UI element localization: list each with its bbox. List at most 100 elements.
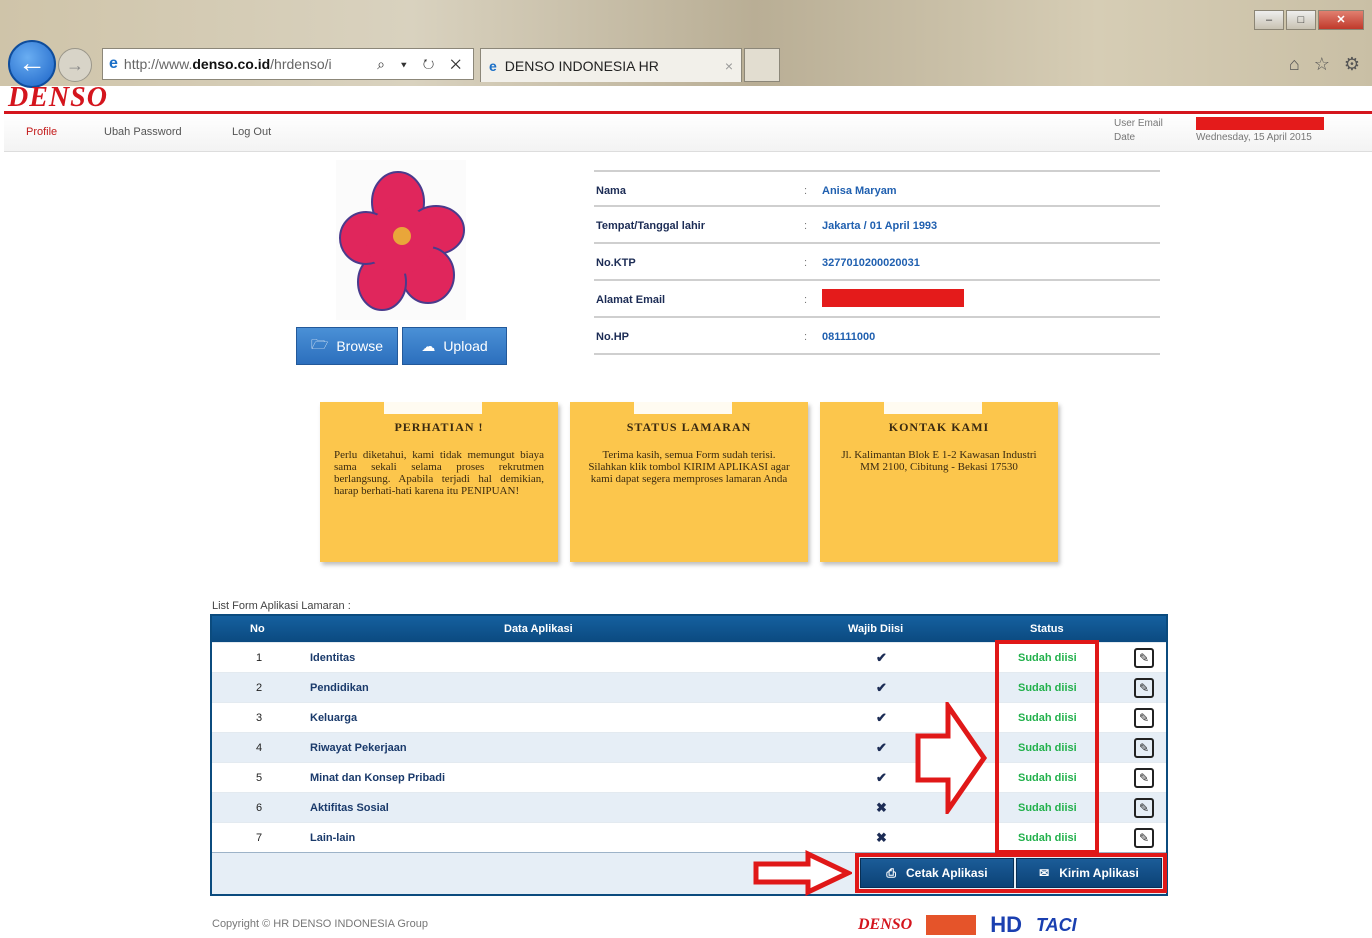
email-redacted	[822, 289, 964, 310]
info-label: Nama	[596, 185, 626, 197]
note-status-lamaran: STATUS LAMARAN Terima kasih, semua Form …	[570, 388, 808, 562]
check-icon: ✔	[876, 740, 887, 755]
row-number: 1	[256, 652, 263, 664]
address-tools[interactable]: ⌕ ▾ ↻ ✕	[377, 56, 467, 73]
note-title: PERHATIAN !	[394, 420, 484, 434]
info-row-ttl: Tempat/Tanggal lahir : Jakarta / 01 Apri…	[594, 207, 1160, 244]
note-body: Terima kasih, semua Form sudah terisi. S…	[588, 449, 790, 485]
footer-logos: DENSO HD TACI	[858, 912, 1077, 938]
right-arrow-annotation	[915, 702, 988, 814]
header-no: No	[250, 623, 265, 635]
favorites-star-icon[interactable]: ☆	[1314, 54, 1330, 75]
cross-icon: ✖	[876, 800, 887, 815]
cross-icon: ✖	[876, 830, 887, 845]
list-caption: List Form Aplikasi Lamaran :	[212, 600, 351, 612]
info-value: 081111000	[822, 331, 876, 343]
footer-partner-logo	[926, 915, 977, 935]
row-data-link[interactable]: Pendidikan	[310, 682, 369, 694]
menu-log-out[interactable]: Log Out	[232, 126, 271, 138]
table-header: No Data Aplikasi Wajib Diisi Status	[212, 616, 1166, 642]
browse-label: Browse	[336, 338, 384, 354]
home-icon[interactable]: ⌂	[1289, 54, 1300, 75]
row-data-link[interactable]: Riwayat Pekerjaan	[310, 742, 407, 754]
user-email-label: User Email	[1114, 118, 1163, 129]
new-tab-button[interactable]	[744, 48, 780, 82]
user-info: User Email Date Wednesday, 15 April 2015	[1114, 117, 1324, 145]
forward-arrow-icon[interactable]: →	[58, 48, 92, 82]
note-body: Perlu diketahui, kami tidak memungut bia…	[334, 449, 544, 497]
ie-page-icon: e	[109, 55, 118, 72]
date-value: Wednesday, 15 April 2015	[1196, 132, 1312, 143]
info-row-nama: Nama : Anisa Maryam	[594, 170, 1160, 207]
note-tape	[384, 388, 482, 414]
edit-icon[interactable]: ✎	[1134, 798, 1154, 818]
footer-taci-logo: TACI	[1036, 914, 1077, 935]
row-data-link[interactable]: Keluarga	[310, 712, 357, 724]
note-perhatian: PERHATIAN ! Perlu diketahui, kami tidak …	[320, 388, 558, 562]
info-colon: :	[804, 185, 808, 197]
row-data-link[interactable]: Lain-lain	[310, 832, 355, 844]
edit-icon[interactable]: ✎	[1134, 678, 1154, 698]
profile-info-table: Nama : Anisa Maryam Tempat/Tanggal lahir…	[594, 170, 1160, 355]
row-data-link[interactable]: Minat dan Konsep Pribadi	[310, 772, 445, 784]
copyright-text: Copyright © HR DENSO INDONESIA Group	[212, 918, 428, 930]
browse-button[interactable]: 🗁 Browse	[296, 327, 398, 365]
info-colon: :	[804, 257, 808, 269]
upload-label: Upload	[443, 338, 488, 354]
minimize-button[interactable]: –	[1254, 10, 1284, 30]
address-bar[interactable]: e http://www.denso.co.id/hrdenso/i ⌕ ▾ ↻…	[102, 48, 474, 80]
edit-icon[interactable]: ✎	[1134, 738, 1154, 758]
info-colon: :	[804, 294, 808, 306]
row-number: 7	[256, 832, 263, 844]
header-data-aplikasi: Data Aplikasi	[504, 623, 573, 635]
header-status: Status	[1030, 623, 1064, 635]
cetak-aplikasi-button[interactable]: ⎙ Cetak Aplikasi	[860, 858, 1014, 888]
row-data-link[interactable]: Aktifitas Sosial	[310, 802, 389, 814]
row-number: 6	[256, 802, 263, 814]
edit-icon[interactable]: ✎	[1134, 768, 1154, 788]
browser-right-icons: ⌂ ☆ ⚙	[1289, 54, 1360, 75]
tab-page-icon: e	[489, 57, 497, 74]
address-url: http://www.denso.co.id/hrdenso/i	[123, 56, 332, 72]
check-icon: ✔	[876, 770, 887, 785]
close-window-button[interactable]: ✕	[1318, 10, 1364, 30]
info-colon: :	[804, 331, 808, 343]
denso-logo[interactable]: DENSO	[8, 82, 108, 114]
edit-icon[interactable]: ✎	[1134, 708, 1154, 728]
menu-ubah-password[interactable]: Ubah Password	[104, 126, 182, 138]
info-value: Jakarta / 01 April 1993	[822, 220, 938, 232]
row-number: 2	[256, 682, 263, 694]
info-colon: :	[804, 220, 808, 232]
note-kontak-kami: KONTAK KAMI Jl. Kalimantan Blok E 1-2 Ka…	[820, 388, 1058, 562]
note-title: KONTAK KAMI	[888, 420, 990, 434]
info-label: Alamat Email	[596, 294, 666, 306]
menu-profile[interactable]: Profile	[26, 126, 57, 138]
envelope-icon: ✉	[1039, 866, 1050, 880]
info-row-ktp: No.KTP : 3277010200020031	[594, 244, 1160, 281]
settings-gear-icon[interactable]: ⚙	[1344, 54, 1360, 75]
upload-button[interactable]: ☁ Upload	[402, 327, 507, 365]
info-row-hp: No.HP : 081111000	[594, 318, 1160, 355]
footer-denso-logo: DENSO	[858, 916, 913, 933]
kirim-aplikasi-label: Kirim Aplikasi	[1059, 866, 1139, 880]
back-arrow-icon[interactable]: ←	[8, 40, 56, 88]
row-data-link[interactable]: Identitas	[310, 652, 355, 664]
close-tab-icon[interactable]: ×	[725, 58, 733, 74]
header-wajib-diisi: Wajib Diisi	[848, 623, 904, 635]
kirim-aplikasi-button[interactable]: ✉ Kirim Aplikasi	[1016, 858, 1162, 888]
cloud-upload-icon: ☁	[421, 337, 436, 354]
info-row-email: Alamat Email :	[594, 281, 1160, 318]
row-number: 3	[256, 712, 263, 724]
top-menu: Profile Ubah Password Log Out	[4, 114, 1372, 152]
profile-photo	[336, 160, 466, 320]
edit-icon[interactable]: ✎	[1134, 828, 1154, 848]
browser-tab[interactable]: e DENSO INDONESIA HR ×	[480, 48, 742, 82]
check-icon: ✔	[876, 650, 887, 665]
info-value: 3277010200020031	[822, 257, 920, 269]
flower-image	[339, 171, 465, 311]
maximize-button[interactable]: □	[1286, 10, 1316, 30]
printer-icon: ⎙	[886, 865, 896, 880]
folder-open-icon: 🗁	[310, 336, 329, 352]
edit-icon[interactable]: ✎	[1134, 648, 1154, 668]
browser-chrome: – □ ✕ ← → e http://www.denso.co.id/hrden…	[0, 0, 1372, 88]
